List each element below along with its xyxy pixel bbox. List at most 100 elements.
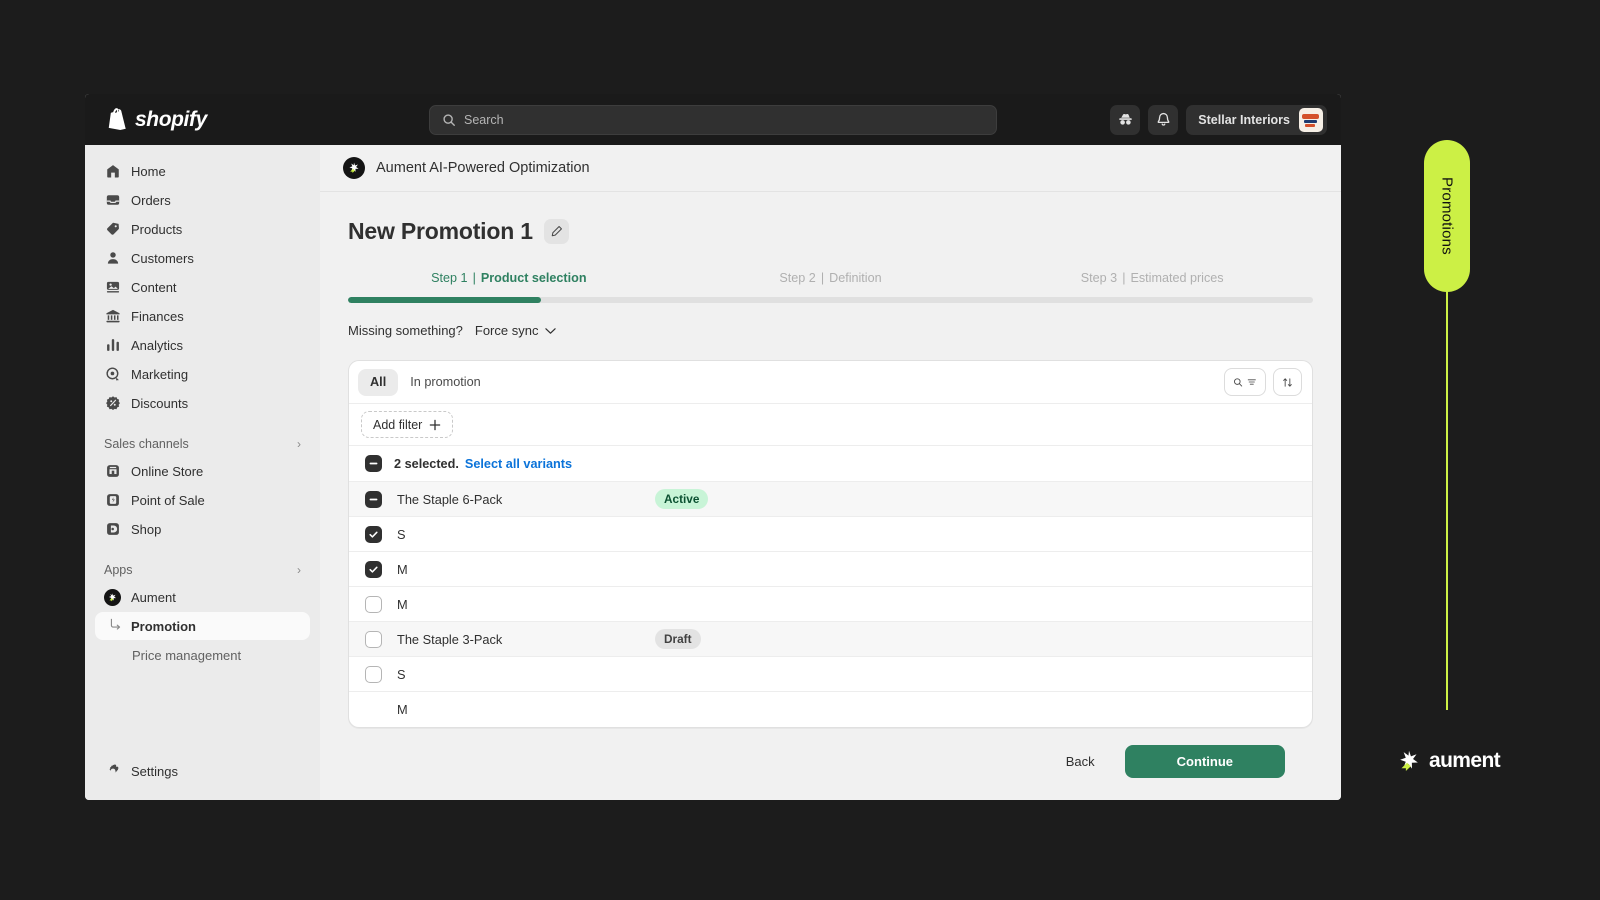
wizard-footer: Back Continue <box>348 728 1313 778</box>
home-icon <box>104 163 121 180</box>
chevron-right-icon: › <box>297 563 301 577</box>
shopify-logo[interactable]: shopify <box>99 108 399 132</box>
step-1[interactable]: Step 1 | Product selection <box>348 271 670 285</box>
row-checkbox[interactable] <box>365 525 382 543</box>
sidebar-item-customers[interactable]: Customers <box>95 244 310 272</box>
tab-label: In promotion <box>410 375 481 389</box>
plus-icon <box>430 419 441 430</box>
row-checkbox[interactable] <box>365 560 382 578</box>
table-row[interactable]: S <box>349 657 1312 692</box>
main-content: Aument AI-Powered Optimization New Promo… <box>320 145 1341 800</box>
sort-icon <box>1283 377 1292 387</box>
progress-bar-fill <box>348 297 541 303</box>
promotions-side-tab[interactable]: Promotions <box>1424 140 1470 292</box>
progress-bar <box>348 297 1313 303</box>
continue-button[interactable]: Continue <box>1124 745 1285 778</box>
sidebar: Home Orders Products Customers Content F… <box>85 145 320 800</box>
notifications-bell-button[interactable] <box>1148 104 1179 135</box>
sidebar-item-label: Shop <box>131 521 162 537</box>
sidebar-item-home[interactable]: Home <box>95 157 310 185</box>
search-placeholder-text: Search <box>464 112 504 127</box>
app-header-title: Aument AI-Powered Optimization <box>376 160 590 176</box>
bell-icon <box>1157 112 1170 126</box>
table-row[interactable]: M <box>349 552 1312 587</box>
aument-icon <box>104 588 121 606</box>
row-checkbox[interactable] <box>365 665 382 683</box>
row-name: The Staple 3-Pack <box>397 631 503 647</box>
selected-count-text: 2 selected. <box>394 456 459 471</box>
row-checkbox[interactable] <box>365 490 382 508</box>
row-checkbox[interactable] <box>365 595 382 613</box>
table-row[interactable]: The Staple 3-Pack Draft <box>349 622 1312 657</box>
sidebar-item-settings[interactable]: Settings <box>95 757 310 785</box>
step-label: Product selection <box>480 271 587 285</box>
table-row[interactable]: The Staple 6-Pack Active <box>349 482 1312 517</box>
aument-wordmark: aument <box>1429 749 1501 772</box>
row-checkbox-cell <box>365 665 397 683</box>
row-name: M <box>397 561 408 577</box>
select-all-variants-link[interactable]: Select all variants <box>465 457 572 471</box>
row-checkbox-cell <box>365 490 397 508</box>
status-badge: Active <box>655 489 709 509</box>
search-icon <box>443 113 455 126</box>
sidebar-item-online-store[interactable]: Online Store <box>95 457 310 485</box>
row-checkbox-cell <box>365 630 397 648</box>
incognito-icon-button[interactable] <box>1110 104 1141 135</box>
shopify-bag-icon <box>108 108 126 130</box>
edit-title-button[interactable] <box>543 219 569 244</box>
sidebar-item-label: Online Store <box>131 463 204 479</box>
sidebar-item-label: Products <box>131 221 183 237</box>
sidebar-section-label: Sales channels <box>104 437 189 451</box>
force-sync-button[interactable]: Force sync <box>475 323 557 338</box>
row-checkbox[interactable] <box>365 630 382 648</box>
back-button[interactable]: Back <box>1054 746 1107 777</box>
sidebar-item-label: Point of Sale <box>131 492 205 508</box>
step-label: Definition <box>829 271 882 285</box>
step-2[interactable]: Step 2 | Definition <box>670 271 992 285</box>
filter-lines-icon <box>1248 379 1257 385</box>
card-tab-bar: All In promotion <box>349 361 1312 404</box>
sidebar-item-products[interactable]: Products <box>95 215 310 243</box>
target-icon <box>104 366 121 383</box>
row-name: The Staple 6-Pack <box>397 491 503 507</box>
step-3[interactable]: Step 3 | Estimated prices <box>991 271 1313 285</box>
sidebar-item-orders[interactable]: Orders <box>95 186 310 214</box>
step-label: Estimated prices <box>1130 271 1224 285</box>
select-all-checkbox[interactable] <box>365 455 382 472</box>
search-input[interactable]: Search <box>429 104 997 135</box>
sidebar-item-shop[interactable]: Shop <box>95 515 310 543</box>
sidebar-item-aument[interactable]: Aument <box>95 583 310 611</box>
sidebar-section-label: Apps <box>104 563 133 577</box>
store-switcher-button[interactable]: Stellar Interiors <box>1186 104 1327 135</box>
sidebar-item-point-of-sale[interactable]: Point of Sale <box>95 486 310 514</box>
search-filter-button[interactable] <box>1224 368 1266 396</box>
top-bar-right-cluster: Stellar Interiors <box>1110 104 1327 135</box>
image-icon <box>104 279 121 296</box>
sidebar-item-analytics[interactable]: Analytics <box>95 331 310 359</box>
sidebar-item-label: Content <box>131 279 177 295</box>
chevron-right-icon: › <box>297 437 301 451</box>
sidebar-item-finances[interactable]: Finances <box>95 302 310 330</box>
sidebar-item-label: Aument <box>131 589 176 605</box>
table-row[interactable]: M <box>349 692 1312 727</box>
sidebar-item-promotion[interactable]: Promotion <box>95 612 310 640</box>
orders-inbox-icon <box>104 192 121 209</box>
store-name-label: Stellar Interiors <box>1198 112 1290 127</box>
sidebar-footer: Settings <box>95 757 310 800</box>
tab-all[interactable]: All <box>358 368 399 396</box>
tab-in-promotion[interactable]: In promotion <box>398 369 493 396</box>
add-filter-label: Add filter <box>373 417 423 432</box>
sidebar-item-marketing[interactable]: Marketing <box>95 360 310 388</box>
sidebar-section-sales-channels[interactable]: Sales channels › <box>95 431 310 457</box>
table-row[interactable]: S <box>349 517 1312 552</box>
subnav-arrow-icon <box>109 618 123 634</box>
aument-icon <box>343 157 365 179</box>
sort-button[interactable] <box>1273 368 1302 396</box>
sidebar-item-discounts[interactable]: Discounts <box>95 389 310 417</box>
sidebar-item-content[interactable]: Content <box>95 273 310 301</box>
sidebar-section-apps[interactable]: Apps › <box>95 557 310 583</box>
add-filter-button[interactable]: Add filter <box>361 411 454 438</box>
table-row[interactable]: M <box>349 587 1312 622</box>
row-name: S <box>397 526 406 542</box>
sidebar-item-price-management[interactable]: Price management <box>95 641 310 669</box>
